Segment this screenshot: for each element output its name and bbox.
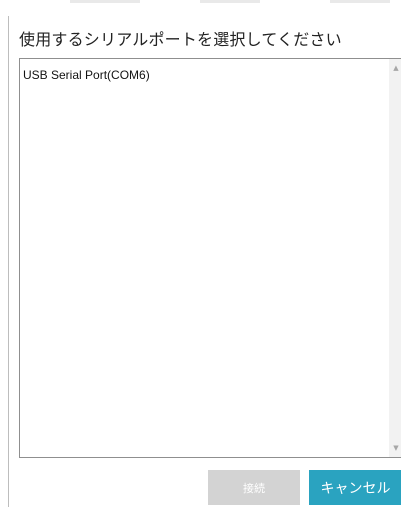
cancel-button[interactable]: キャンセル bbox=[309, 470, 401, 505]
connect-button[interactable]: 接続 bbox=[208, 470, 300, 505]
dialog-title: 使用するシリアルポートを選択してください bbox=[19, 30, 342, 49]
list-scrollbar[interactable]: ▲ ▼ bbox=[389, 59, 401, 457]
background-window-strip bbox=[0, 0, 401, 16]
scroll-down-arrow-icon[interactable]: ▼ bbox=[389, 441, 401, 455]
serial-port-dialog: 使用するシリアルポートを選択してください USB Serial Port(COM… bbox=[8, 16, 401, 507]
list-item[interactable]: USB Serial Port(COM6) bbox=[23, 68, 150, 82]
serial-port-list[interactable]: USB Serial Port(COM6) ▲ ▼ bbox=[19, 58, 401, 458]
scroll-up-arrow-icon[interactable]: ▲ bbox=[389, 61, 401, 75]
